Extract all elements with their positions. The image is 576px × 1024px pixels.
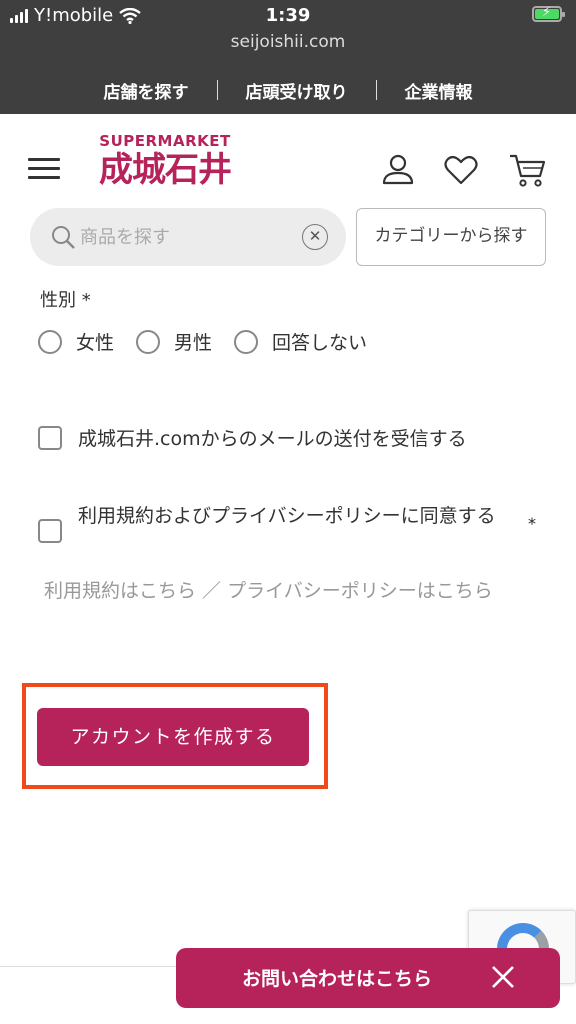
contact-banner[interactable]: お問い合わせはこちら xyxy=(176,948,560,1008)
search-input[interactable] xyxy=(80,222,300,252)
nav-store-pickup[interactable]: 店頭受け取り xyxy=(218,78,376,103)
terms-checkbox[interactable] xyxy=(38,519,62,543)
radio-label: 男性 xyxy=(174,332,213,354)
create-account-button[interactable]: アカウントを作成する xyxy=(37,708,309,766)
site-header: SUPERMARKET 成城石井 xyxy=(0,114,576,204)
required-marker: * xyxy=(528,514,536,533)
cart-icon[interactable] xyxy=(508,150,548,190)
radio-button[interactable] xyxy=(234,329,259,354)
battery-icon: ⚡ xyxy=(532,5,565,22)
url-bar[interactable]: seijoishii.com xyxy=(0,32,576,52)
search-icon xyxy=(52,226,75,249)
gender-label: 性別 * xyxy=(40,290,91,311)
terms-option[interactable]: 利用規約およびプライバシーポリシーに同意する xyxy=(38,501,538,543)
close-icon[interactable] xyxy=(488,962,518,992)
gender-option-female[interactable]: 女性 xyxy=(38,328,114,355)
gender-option-no-answer[interactable]: 回答しない xyxy=(234,328,367,355)
gender-radio-group: 女性 男性 回答しない xyxy=(38,328,367,355)
gender-option-male[interactable]: 男性 xyxy=(136,328,212,355)
radio-button[interactable] xyxy=(136,329,161,354)
newsletter-label: 成城石井.comからのメールの送付を受信する xyxy=(78,428,467,450)
radio-label: 回答しない xyxy=(272,332,368,354)
footer-divider xyxy=(0,966,176,967)
top-navigation: 店舗を探す 店頭受け取り 企業情報 xyxy=(0,72,576,108)
newsletter-checkbox[interactable] xyxy=(38,426,62,450)
hamburger-menu-icon[interactable] xyxy=(28,158,60,180)
browser-top-area: Y!mobile 1:39 ⚡ seijoishii.com 店舗を探す 店頭受… xyxy=(0,0,576,114)
search-box: ✕ xyxy=(30,208,346,266)
radio-button[interactable] xyxy=(38,329,62,354)
brand-logo[interactable]: SUPERMARKET 成城石井 xyxy=(90,132,240,196)
user-icon[interactable] xyxy=(378,150,418,190)
terms-label: 利用規約およびプライバシーポリシーに同意する xyxy=(78,505,496,527)
status-bar: Y!mobile 1:39 ⚡ xyxy=(0,0,576,32)
radio-label: 女性 xyxy=(76,332,115,354)
clock: 1:39 xyxy=(265,5,311,26)
terms-links[interactable]: 利用規約はこちら ／ プライバシーポリシーはこちら xyxy=(44,578,534,605)
logo-tagline: SUPERMARKET xyxy=(99,132,231,150)
heart-icon[interactable] xyxy=(441,150,481,190)
category-search-button[interactable]: カテゴリーから探す xyxy=(356,208,546,266)
nav-store-search[interactable]: 店舗を探す xyxy=(76,78,217,103)
contact-label: お問い合わせはこちら xyxy=(242,968,433,990)
logo-name: 成城石井 xyxy=(99,150,232,190)
clear-icon[interactable]: ✕ xyxy=(302,224,328,250)
newsletter-option[interactable]: 成城石井.comからのメールの送付を受信する xyxy=(38,424,467,451)
nav-company-info[interactable]: 企業情報 xyxy=(377,78,501,103)
